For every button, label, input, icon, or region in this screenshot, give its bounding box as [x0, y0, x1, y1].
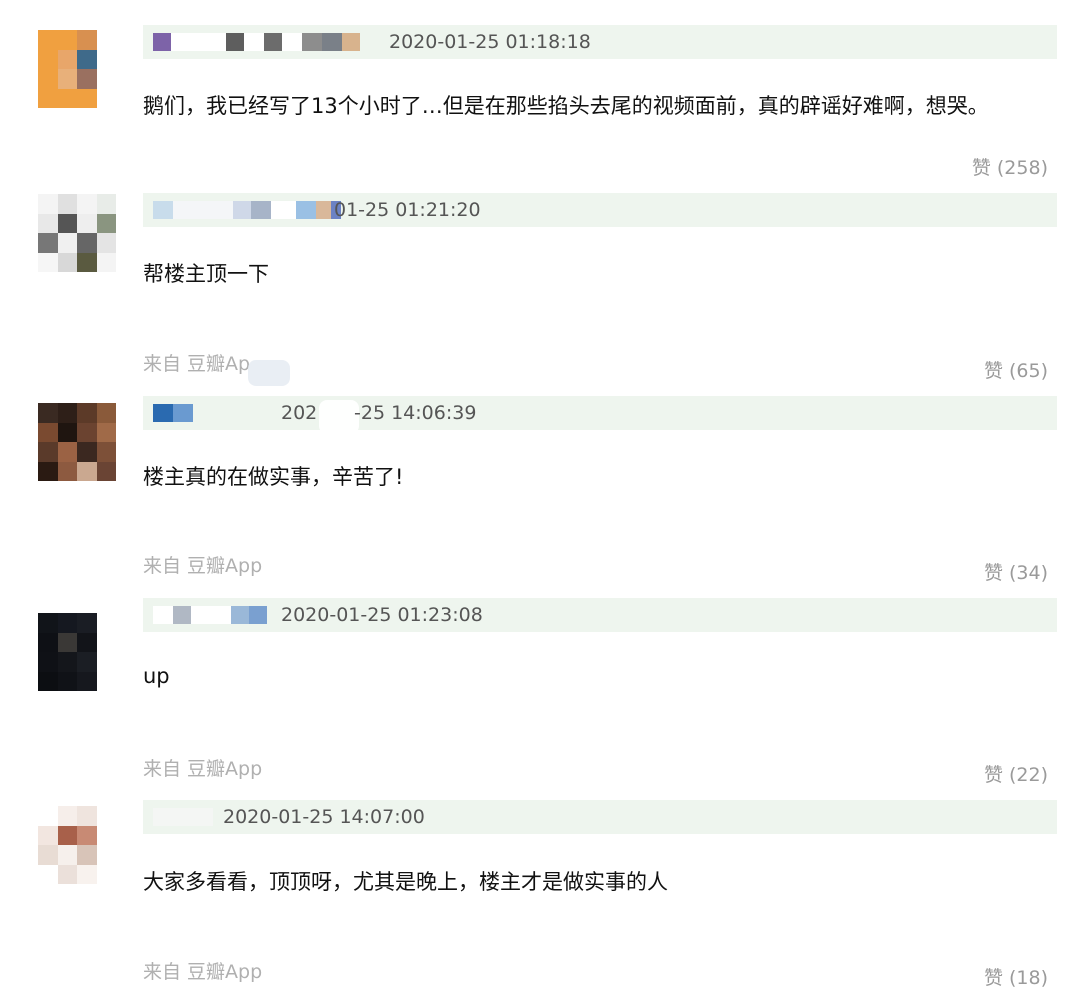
- comment-text: 大家多看看，顶顶呀，尤其是晚上，楼主才是做实事的人: [143, 870, 668, 894]
- comment-meta-bar: 2020-01-25 01:23:08: [143, 598, 1057, 632]
- like-button[interactable]: 赞 (65): [984, 356, 1048, 383]
- like-button[interactable]: 赞 (34): [984, 558, 1048, 585]
- comment-meta-bar: 2020-01-25 14:07:00: [143, 800, 1057, 834]
- comment-meta-bar: 01-25 01:21:20: [143, 193, 1057, 227]
- username-redacted[interactable]: [153, 25, 360, 59]
- comment-text: 帮楼主顶一下: [143, 262, 269, 286]
- username-redacted[interactable]: [153, 598, 267, 632]
- comment-text: 楼主真的在做实事，辛苦了!: [143, 465, 404, 489]
- comment-meta-bar: 2020-01-25 01:18:18: [143, 25, 1057, 59]
- comment-source: 来自 豆瓣Ap: [143, 353, 251, 375]
- comment-timestamp: 01-25 01:21:20: [334, 199, 481, 221]
- comment-meta-bar: 202 -25 14:06:39: [143, 396, 1057, 434]
- username-redacted[interactable]: [153, 396, 193, 430]
- redaction-smudge: [248, 360, 290, 386]
- redaction-smudge: [319, 400, 359, 434]
- comment-timestamp: -25 14:06:39: [354, 402, 477, 424]
- username-redacted[interactable]: [153, 800, 213, 834]
- comment-timestamp: 2020-01-25 01:18:18: [389, 31, 591, 53]
- comment-timestamp: 2020-01-25 01:23:08: [281, 604, 483, 626]
- avatar[interactable]: [38, 403, 116, 481]
- like-button[interactable]: 赞 (22): [984, 760, 1048, 787]
- comment-source: 来自 豆瓣App: [143, 961, 263, 983]
- comment-text: up: [143, 664, 170, 688]
- avatar[interactable]: [38, 194, 116, 272]
- comment-timestamp: 2020-01-25 14:07:00: [223, 806, 425, 828]
- username-redacted[interactable]: [153, 193, 341, 227]
- avatar[interactable]: [38, 613, 116, 691]
- like-button[interactable]: 赞 (18): [984, 963, 1048, 990]
- comment-source: 来自 豆瓣App: [143, 555, 263, 577]
- avatar[interactable]: [38, 30, 116, 108]
- like-button[interactable]: 赞 (258): [972, 153, 1048, 180]
- comment-source: 来自 豆瓣App: [143, 758, 263, 780]
- avatar[interactable]: [38, 806, 116, 884]
- comment-text: 鹅们，我已经写了13个小时了…但是在那些掐头去尾的视频面前，真的辟谣好难啊，想哭…: [143, 94, 989, 118]
- comment-timestamp-left: 202: [281, 402, 318, 424]
